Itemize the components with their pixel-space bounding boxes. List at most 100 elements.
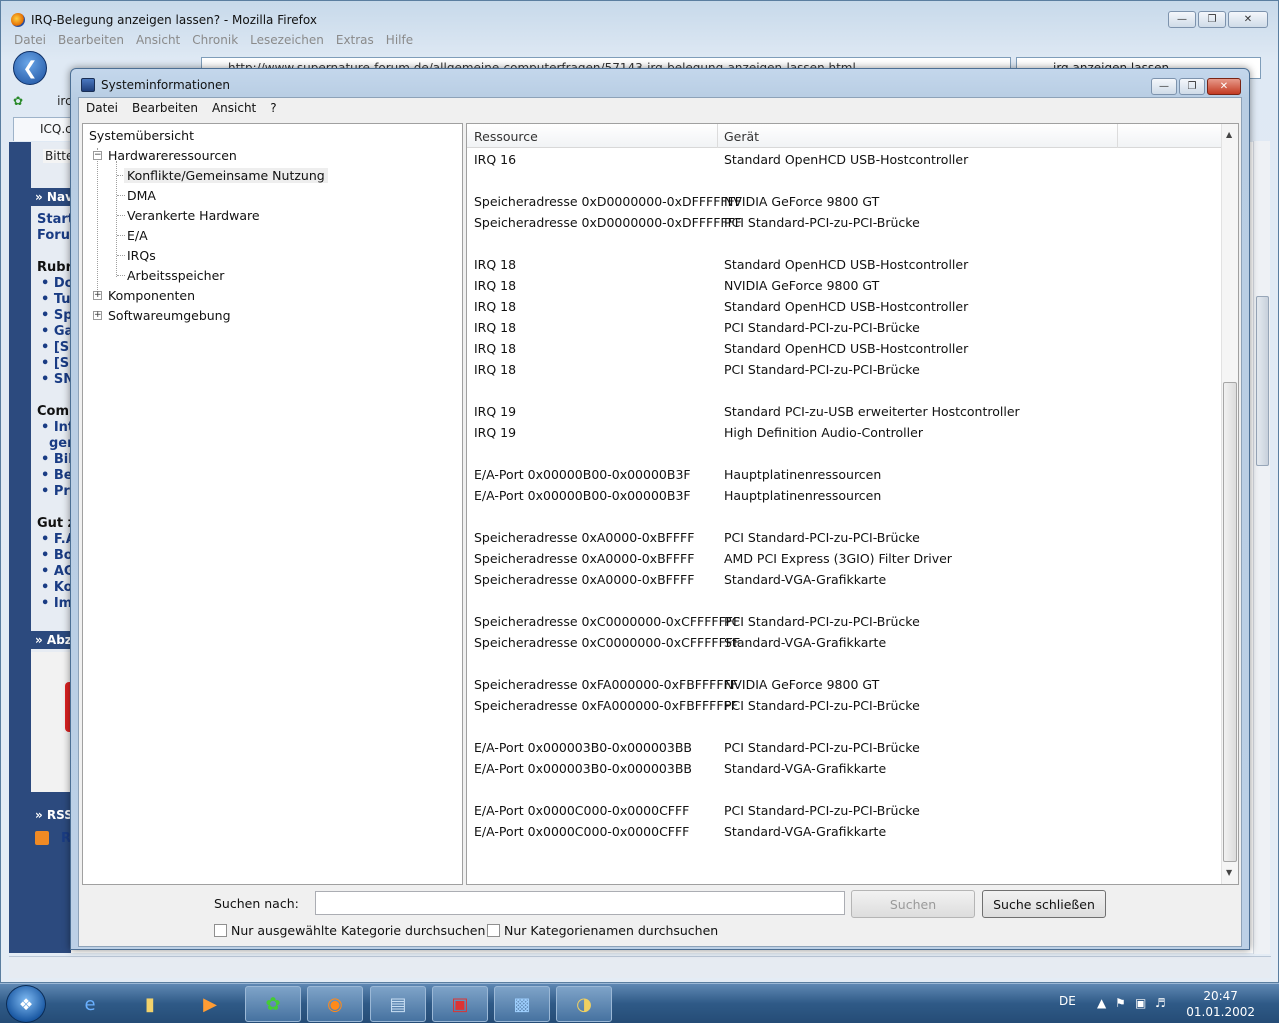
ie-icon[interactable]: e [62,986,118,1022]
tree-item-arbeitsspeicher[interactable]: Arbeitsspeicher [127,268,224,283]
expand-icon[interactable]: + [93,291,102,300]
volume-icon[interactable]: ♬ [1155,996,1166,1010]
tree-item-dma[interactable]: DMA [127,188,156,203]
icq-icon[interactable]: ✿ [245,986,301,1022]
sysinfo-close-button[interactable]: ✕ [1207,78,1241,95]
close-button[interactable]: ✕ [1228,11,1268,28]
table-row[interactable]: Speicheradresse 0xFA000000-0xFBFFFFFF PCI… [474,698,920,719]
network-icon[interactable]: ▣ [1135,996,1146,1010]
action-center-icon[interactable]: ⚑ [1115,996,1126,1010]
rubrik-item[interactable]: • Ga [41,324,73,339]
tree-softwareumgebung[interactable]: Softwareumgebung [108,308,231,323]
menu-hilfe[interactable]: Hilfe [386,33,413,47]
checkbox[interactable] [214,924,227,937]
menu-bearbeiten[interactable]: Bearbeiten [58,33,124,47]
table-row[interactable]: Speicheradresse 0xD0000000-0xDFFFFFFF NVI… [474,194,879,215]
tree-hardware[interactable]: Hardwareressourcen [108,148,237,163]
back-button[interactable]: ❮ [13,51,47,85]
table-row[interactable]: E/A-Port 0x00000B00-0x00000B3F Hauptplati… [474,488,881,509]
link-forum[interactable]: Foru [37,228,70,243]
table-row[interactable]: Speicheradresse 0xC0000000-0xCFFFFFFF Sta… [474,635,886,656]
table-row[interactable]: Speicheradresse 0xC0000000-0xCFFFFFFF PCI… [474,614,920,635]
table-row[interactable]: IRQ 19 High Definition Audio-Controller [474,425,923,446]
menu-chronik[interactable]: Chronik [192,33,238,47]
gut-item[interactable]: • Bo [41,548,73,563]
table-row[interactable]: E/A-Port 0x0000C000-0x0000CFFF Standard-V… [474,824,886,845]
tree-item-irqs[interactable]: IRQs [127,248,156,263]
table-row[interactable]: Speicheradresse 0xA0000-0xBFFFF PCI Stand… [474,530,920,551]
clock[interactable]: 20:47 01.01.2002 [1186,988,1255,1020]
column-ressource[interactable]: Ressource [474,129,538,144]
media-player-icon[interactable]: ▶ [182,986,238,1022]
maximize-button[interactable]: ❐ [1198,11,1226,28]
si-menu-datei[interactable]: Datei [86,101,118,118]
table-row[interactable]: Speicheradresse 0xD0000000-0xDFFFFFFF PCI… [474,215,920,236]
table-row[interactable]: Speicheradresse 0xA0000-0xBFFFF Standard-… [474,572,886,593]
start-button[interactable]: ❖ [6,985,46,1023]
search-button[interactable]: Suchen [851,890,975,918]
collapse-icon[interactable]: − [93,151,102,160]
table-row[interactable]: IRQ 16 Standard OpenHCD USB-Hostcontrolle… [474,152,968,173]
menu-lesezeichen[interactable]: Lesezeichen [250,33,324,47]
rubrik-item[interactable]: • [Sl [41,356,74,371]
rubrik-item[interactable]: • Tu [41,292,71,307]
rubrik-item[interactable]: • Do [41,276,74,291]
table-row[interactable]: E/A-Port 0x000003B0-0x000003BB Standard-V… [474,761,886,782]
gut-item[interactable]: • Im [41,596,72,611]
column-separator[interactable] [1117,124,1118,148]
table-row[interactable]: E/A-Port 0x0000C000-0x0000CFFF PCI Standa… [474,803,920,824]
tree-root[interactable]: Systemübersicht [89,128,194,143]
icq-flower-icon[interactable]: ✿ [13,94,23,108]
sysinfo-maximize-button[interactable]: ❐ [1179,78,1205,95]
tree-item-konflikte[interactable]: Konflikte/Gemeinsame Nutzung [124,168,328,183]
table-row[interactable]: IRQ 18 NVIDIA GeForce 9800 GT [474,278,879,299]
table-row[interactable]: IRQ 18 Standard OpenHCD USB-Hostcontrolle… [474,257,968,278]
firefox-scroll-thumb[interactable] [1256,296,1269,466]
browser-tab[interactable]: ICQ.c [13,117,73,141]
tree-item-ea[interactable]: E/A [127,228,148,243]
show-hidden-icons-icon[interactable]: ▲ [1097,996,1106,1010]
scroll-up-icon[interactable]: ▲ [1226,130,1232,139]
paint-icon[interactable]: ◑ [556,986,612,1022]
table-row[interactable]: IRQ 18 Standard OpenHCD USB-Hostcontrolle… [474,299,968,320]
comm-item[interactable]: • Bil [41,452,73,467]
column-separator[interactable] [717,124,718,148]
folder-icon[interactable]: ▮ [122,986,178,1022]
table-row[interactable]: IRQ 18 PCI Standard-PCI-zu-PCI-Brücke [474,362,920,383]
table-row[interactable]: IRQ 19 Standard PCI-zu-USB erweiterter Ho… [474,404,1020,425]
sysinfo-icon[interactable]: ▤ [370,986,426,1022]
rubrik-item[interactable]: • [Sl [41,340,74,355]
table-row[interactable]: IRQ 18 PCI Standard-PCI-zu-PCI-Brücke [474,320,920,341]
table-row[interactable]: E/A-Port 0x000003B0-0x000003BB PCI Standa… [474,740,920,761]
monitor-info-icon[interactable]: ▩ [494,986,550,1022]
table-row[interactable]: Speicheradresse 0xA0000-0xBFFFF AMD PCI E… [474,551,952,572]
tree-item-verankerte-hardware[interactable]: Verankerte Hardware [127,208,260,223]
column-geraet[interactable]: Gerät [724,129,759,144]
link-start[interactable]: Start [37,212,74,227]
gut-item[interactable]: • Ko [41,580,73,595]
menu-extras[interactable]: Extras [336,33,374,47]
table-row[interactable]: E/A-Port 0x00000B00-0x00000B3F Hauptplati… [474,467,881,488]
table-row[interactable]: Speicheradresse 0xFA000000-0xFBFFFFFF NVI… [474,677,879,698]
close-search-button[interactable]: Suche schließen [982,890,1106,918]
si-menu-ansicht[interactable]: Ansicht [212,101,256,118]
check-selected-category[interactable]: Nur ausgewählte Kategorie durchsuchen [214,923,485,938]
menu-ansicht[interactable]: Ansicht [136,33,180,47]
rss-icon[interactable] [35,831,49,845]
si-menu-help[interactable]: ? [270,101,276,118]
scroll-down-icon[interactable]: ▼ [1226,868,1232,877]
sysinfo-minimize-button[interactable]: — [1151,78,1177,95]
tree-komponenten[interactable]: Komponenten [108,288,195,303]
checkbox[interactable] [487,924,500,937]
si-menu-bearbeiten[interactable]: Bearbeiten [132,101,198,118]
menu-datei[interactable]: Datei [14,33,46,47]
minimize-button[interactable]: — [1168,11,1196,28]
list-scrollbar[interactable]: ▲ ▼ [1221,124,1238,884]
toolbox-icon[interactable]: ▣ [432,986,488,1022]
comm-item[interactable]: • Be [41,468,73,483]
firefox-scrollbar[interactable] [1253,141,1270,954]
check-category-names[interactable]: Nur Kategorienamen durchsuchen [487,923,718,938]
expand-icon[interactable]: + [93,311,102,320]
firefox-icon[interactable]: ◉ [307,986,363,1022]
rubrik-item[interactable]: • Sp [41,308,73,323]
